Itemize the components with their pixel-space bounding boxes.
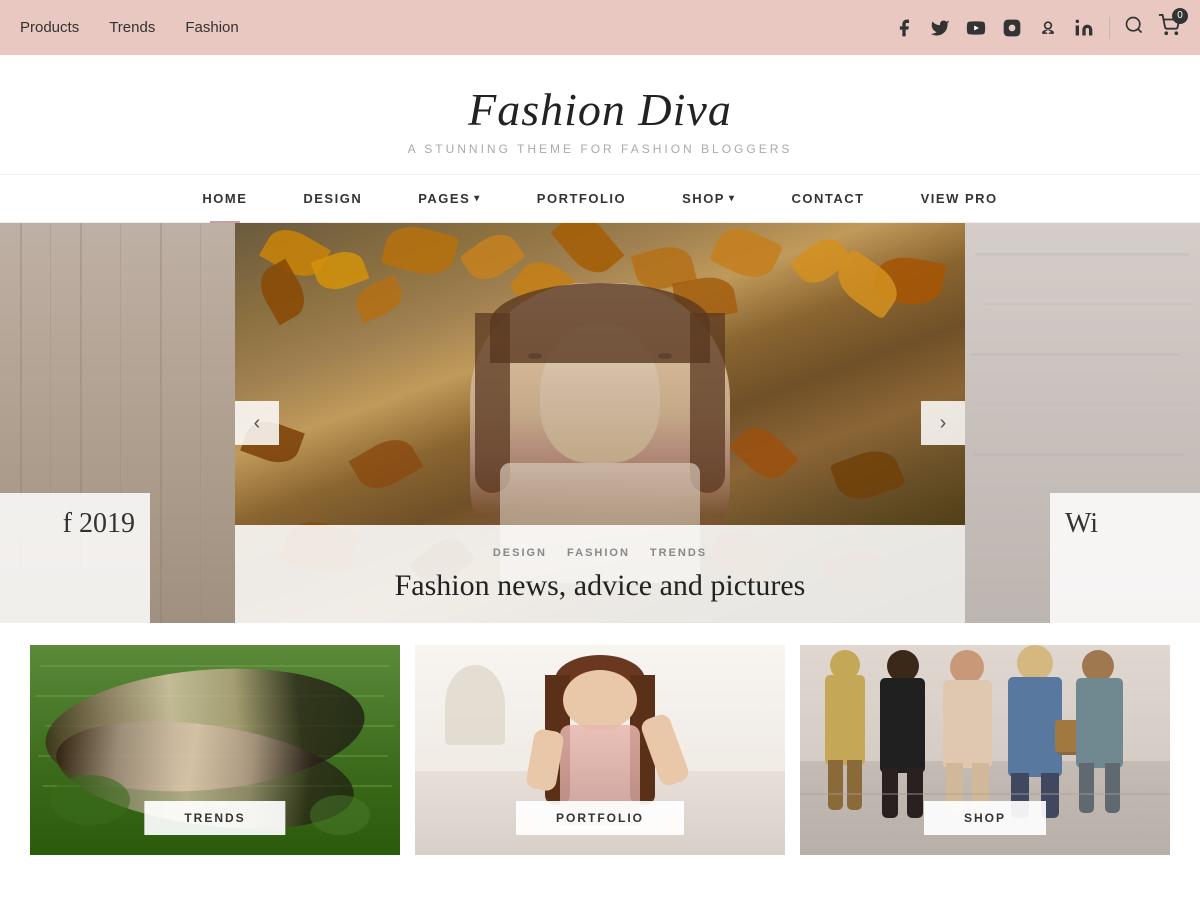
site-header: Fashion Diva A Stunning Theme for Fashio… [0, 55, 1200, 174]
shop-dropdown-icon: ▾ [729, 193, 736, 204]
topnav-products[interactable]: Products [20, 19, 79, 36]
grid-card-portfolio[interactable]: PORTFOLIO [415, 645, 785, 855]
nav-home[interactable]: HOME [174, 175, 275, 222]
cart-count: 0 [1172, 8, 1188, 24]
nav-design[interactable]: DESIGN [275, 175, 390, 222]
slider-title: Fashion news, advice and pictures [265, 569, 935, 603]
tag-design[interactable]: DESIGN [493, 547, 547, 559]
slider-prev-button[interactable]: ‹ [235, 401, 279, 445]
facebook-icon[interactable] [893, 17, 915, 39]
nav-portfolio[interactable]: PORTFOLIO [509, 175, 654, 222]
site-subtitle: A Stunning Theme for Fashion Bloggers [0, 142, 1200, 156]
hero-section: f 2019 Wi [0, 223, 1200, 623]
nav-contact[interactable]: CONTACT [764, 175, 893, 222]
slider-tags: DESIGN FASHION TRENDS [265, 547, 935, 559]
grid-card-trends[interactable]: TRENDS [30, 645, 400, 855]
bottom-grid: TRENDS [0, 645, 1200, 855]
main-nav: HOME DESIGN PAGES ▾ PORTFOLIO SHOP ▾ CON… [0, 174, 1200, 223]
pages-dropdown-icon: ▾ [474, 193, 481, 204]
nav-pages[interactable]: PAGES ▾ [390, 175, 509, 222]
slider-next-button[interactable]: › [921, 401, 965, 445]
card-trends-label: TRENDS [144, 801, 285, 835]
search-icon[interactable] [1124, 15, 1144, 40]
topnav-trends[interactable]: Trends [109, 19, 155, 36]
slider-right-side: Wi [965, 223, 1200, 623]
grid-card-shop[interactable]: SHOP [800, 645, 1170, 855]
top-nav: Products Trends Fashion [20, 19, 239, 36]
divider [1109, 17, 1110, 39]
top-bar-right: 0 [893, 14, 1180, 42]
odnoklassniki-icon[interactable] [1037, 17, 1059, 39]
instagram-icon[interactable] [1001, 17, 1023, 39]
topnav-fashion[interactable]: Fashion [185, 19, 238, 36]
tag-fashion[interactable]: FASHION [567, 547, 630, 559]
card-shop-label: SHOP [924, 801, 1046, 835]
youtube-icon[interactable] [965, 17, 987, 39]
slider-overlay: DESIGN FASHION TRENDS Fashion news, advi… [235, 525, 965, 623]
twitter-icon[interactable] [929, 17, 951, 39]
slider-left-side: f 2019 [0, 223, 235, 623]
tag-trends[interactable]: TRENDS [650, 547, 707, 559]
top-bar: Products Trends Fashion [0, 0, 1200, 55]
card-portfolio-label: PORTFOLIO [516, 801, 684, 835]
side-right-partial-text: Wi [1065, 508, 1098, 540]
cart-button[interactable]: 0 [1158, 14, 1180, 42]
nav-view-pro[interactable]: VIEW PRO [893, 175, 1026, 222]
linkedin-icon[interactable] [1073, 17, 1095, 39]
site-title: Fashion Diva [0, 83, 1200, 136]
nav-shop[interactable]: SHOP ▾ [654, 175, 763, 222]
side-left-partial-text: f 2019 [63, 508, 135, 540]
